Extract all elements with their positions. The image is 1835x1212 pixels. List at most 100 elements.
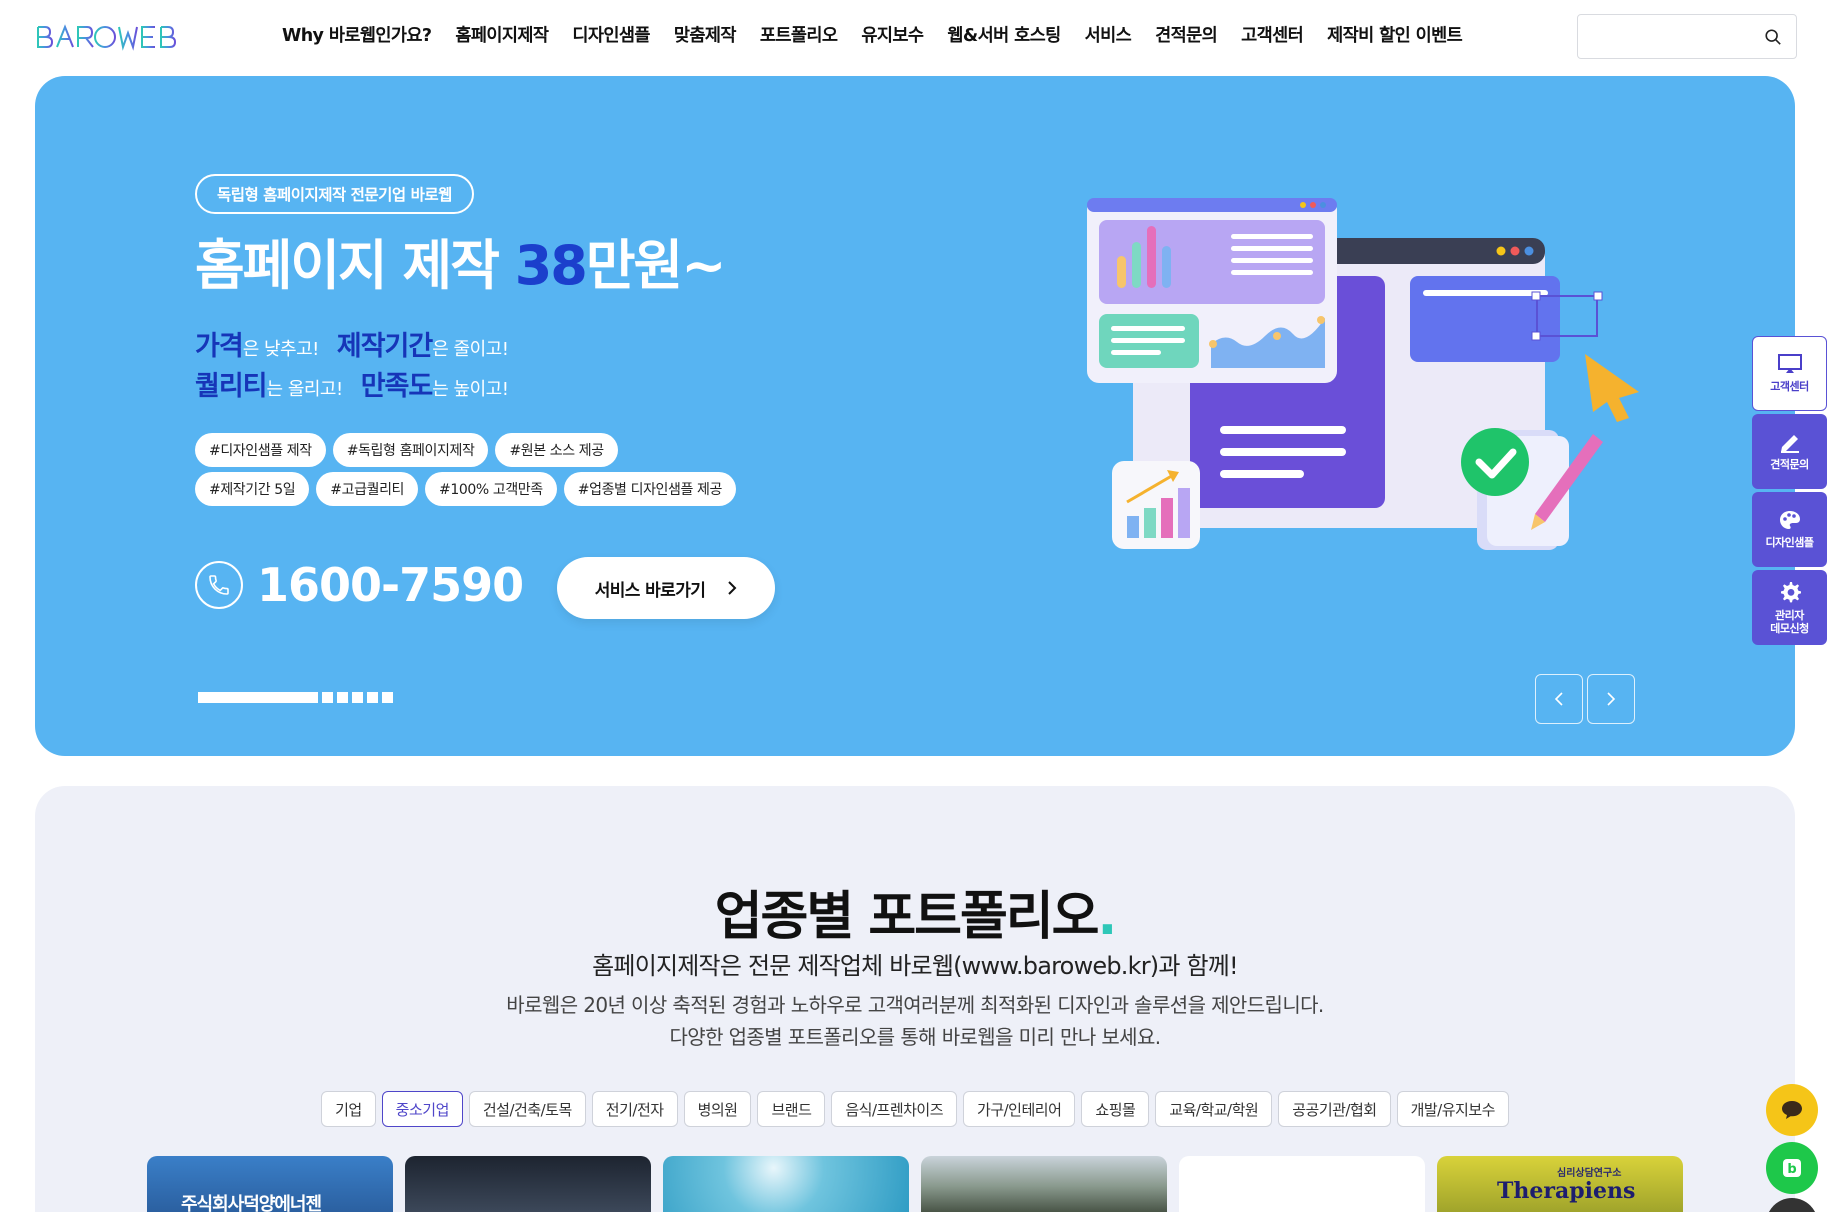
svg-text:b: b <box>1787 1162 1796 1177</box>
nav-portfolio[interactable]: 포트폴리오 <box>748 22 850 47</box>
portfolio-card[interactable] <box>663 1156 909 1212</box>
portfolio-card[interactable] <box>1179 1156 1425 1212</box>
portfolio-card[interactable] <box>921 1156 1167 1212</box>
filter-tab-hospital[interactable]: 병의원 <box>683 1091 752 1127</box>
hero-badge: 독립형 홈페이지제작 전문기업 바로웹 <box>195 174 474 214</box>
filter-tab-interior[interactable]: 가구/인테리어 <box>963 1091 1076 1127</box>
hero-title-suffix: 만원~ <box>585 234 727 297</box>
slogan-text-1: 은 낮추고! <box>242 339 320 360</box>
service-shortcut-label: 서비스 바로가기 <box>594 580 706 601</box>
filter-tab-public[interactable]: 공공기관/협회 <box>1278 1091 1391 1127</box>
filter-tab-education[interactable]: 교육/학교/학원 <box>1155 1091 1273 1127</box>
slogan-keyword-period: 제작기간 <box>336 331 433 362</box>
side-item-label: 견적문의 <box>1770 458 1809 472</box>
chat-bubble-icon <box>1782 1101 1802 1119</box>
filter-tab-development[interactable]: 개발/유지보수 <box>1396 1091 1509 1127</box>
nav-custom-production[interactable]: 맞춤제작 <box>662 22 748 47</box>
portfolio-card-title: 주식회사덕양에너젠 <box>181 1194 322 1212</box>
portfolio-thumbnails: 주식회사덕양에너젠 심리상담연구소 Therapiens <box>147 1156 1683 1212</box>
pager-dot[interactable] <box>382 692 393 703</box>
filter-tab-brand[interactable]: 브랜드 <box>757 1091 826 1127</box>
side-estimate-button[interactable]: 견적문의 <box>1752 414 1827 489</box>
slide-pagination <box>198 692 393 703</box>
chevron-right-icon <box>1607 692 1616 706</box>
hero-title-prefix: 홈페이지 제작 <box>195 234 515 297</box>
filter-tab-sme[interactable]: 중소기업 <box>381 1091 463 1127</box>
slide-next-button[interactable] <box>1587 674 1635 724</box>
filter-tab-food[interactable]: 음식/프렌차이즈 <box>831 1091 958 1127</box>
nav-hosting[interactable]: 웹&서버 호스팅 <box>935 22 1072 47</box>
pager-dot[interactable] <box>352 692 363 703</box>
pager-dot[interactable] <box>337 692 348 703</box>
portfolio-description-1: 바로웹은 20년 이상 축적된 경험과 노하우로 고객여러분께 최적화된 디자인… <box>506 993 1324 1017</box>
hero-tag: #고급퀄리티 <box>316 472 419 506</box>
portfolio-title: 업종별 포트폴리오. <box>35 874 1795 949</box>
pencil-icon <box>1780 435 1799 454</box>
filter-tab-shopping[interactable]: 쇼핑몰 <box>1081 1091 1150 1127</box>
baroweb-logo[interactable] <box>35 20 195 54</box>
service-shortcut-button[interactable]: 서비스 바로가기 <box>557 557 775 619</box>
portfolio-section: 업종별 포트폴리오. 홈페이지제작은 전문 제작업체 바로웹(www.barow… <box>35 786 1795 1212</box>
phone-contact[interactable]: 1600-7590 <box>195 558 524 612</box>
pager-dot[interactable] <box>367 692 378 703</box>
page: Why 바로웹인가요? 홈페이지제작 디자인샘플 맞춤제작 포트폴리오 유지보수… <box>0 0 1835 1212</box>
blog-button[interactable]: b <box>1766 1142 1818 1194</box>
slogan-keyword-quality: 퀄리티 <box>195 371 268 402</box>
web-design-illustration <box>1087 198 1639 550</box>
nav-why-baroweb[interactable]: Why 바로웹인가요? <box>282 22 443 47</box>
monitor-icon <box>1777 354 1802 374</box>
search-input[interactable] <box>1577 14 1797 59</box>
blog-icon: b <box>1783 1159 1801 1177</box>
hero-tag: #원본 소스 제공 <box>495 433 618 467</box>
slogan-text-2: 은 줄이고! <box>432 339 509 360</box>
portfolio-card-title: Therapiens <box>1497 1178 1636 1204</box>
kakao-chat-button[interactable] <box>1766 1084 1818 1136</box>
hero-tag: #100% 고객만족 <box>425 472 557 506</box>
pager-active-bar[interactable] <box>198 692 318 703</box>
hero-slogan-line-2: 퀄리티는 올리고! 만족도는 높이고! <box>195 364 509 403</box>
nav-discount-event[interactable]: 제작비 할인 이벤트 <box>1315 22 1474 47</box>
side-quick-menu: 고객센터 견적문의 디자인샘플 관리자 데모신청 <box>1752 336 1827 648</box>
hero-tags-row-2: #제작기간 5일 #고급퀄리티 #100% 고객만족 #업종별 디자인샘플 제공 <box>195 472 795 506</box>
hero-title: 홈페이지 제작 38만원~ <box>195 221 727 300</box>
portfolio-title-text: 업종별 포트폴리오 <box>714 887 1100 947</box>
hero-title-price: 38 <box>514 234 588 297</box>
side-admin-demo-button[interactable]: 관리자 데모신청 <box>1752 570 1827 645</box>
phone-number: 1600-7590 <box>257 558 524 612</box>
chevron-left-icon <box>1554 692 1563 706</box>
hero-slogan-line-1: 가격은 낮추고! 제작기간은 줄이고! <box>195 324 509 363</box>
main-nav: Why 바로웹인가요? 홈페이지제작 디자인샘플 맞춤제작 포트폴리오 유지보수… <box>282 20 1474 48</box>
nav-services[interactable]: 서비스 <box>1073 22 1144 47</box>
baroweb-logo-mark <box>37 24 177 51</box>
slogan-text-3: 는 올리고! <box>266 379 344 400</box>
slide-prev-button[interactable] <box>1535 674 1583 724</box>
pager-dot[interactable] <box>322 692 333 703</box>
nav-estimate[interactable]: 견적문의 <box>1143 22 1229 47</box>
portfolio-subtitle: 홈페이지제작은 전문 제작업체 바로웹(www.baroweb.kr)과 함께! <box>592 952 1238 980</box>
filter-tab-construction[interactable]: 건설/건축/토목 <box>468 1091 586 1127</box>
portfolio-card[interactable]: 주식회사덕양에너젠 <box>147 1156 393 1212</box>
slogan-keyword-price: 가격 <box>195 331 244 362</box>
hero-tag: #제작기간 5일 <box>195 472 310 506</box>
side-item-label: 디자인샘플 <box>1765 536 1814 550</box>
filter-tab-enterprise[interactable]: 기업 <box>321 1091 376 1127</box>
filter-tab-electronics[interactable]: 전기/전자 <box>591 1091 678 1127</box>
nav-homepage-production[interactable]: 홈페이지제작 <box>443 22 560 47</box>
palette-icon <box>1779 511 1800 530</box>
side-customer-center-button[interactable]: 고객센터 <box>1752 336 1827 411</box>
nav-design-samples[interactable]: 디자인샘플 <box>560 22 662 47</box>
search-icon[interactable] <box>1764 28 1782 46</box>
hero-tag: #디자인샘플 제작 <box>195 433 326 467</box>
hero-banner: 독립형 홈페이지제작 전문기업 바로웹 홈페이지 제작 38만원~ 가격은 낮추… <box>35 76 1795 756</box>
portfolio-card[interactable] <box>405 1156 651 1212</box>
nav-maintenance[interactable]: 유지보수 <box>849 22 935 47</box>
side-design-sample-button[interactable]: 디자인샘플 <box>1752 492 1827 567</box>
industry-filter-tabs: 기업 중소기업 건설/건축/토목 전기/전자 병의원 브랜드 음식/프렌차이즈 … <box>35 1091 1795 1127</box>
portfolio-card[interactable]: 심리상담연구소 Therapiens <box>1437 1156 1683 1212</box>
slogan-text-4: 는 높이고! <box>432 379 509 400</box>
nav-customer-center[interactable]: 고객센터 <box>1229 22 1315 47</box>
phone-icon <box>195 561 243 609</box>
portfolio-card-subtitle: 심리상담연구소 <box>1557 1168 1622 1179</box>
slogan-keyword-satisfaction: 만족도 <box>360 371 434 402</box>
side-item-label: 고객센터 <box>1770 380 1809 394</box>
